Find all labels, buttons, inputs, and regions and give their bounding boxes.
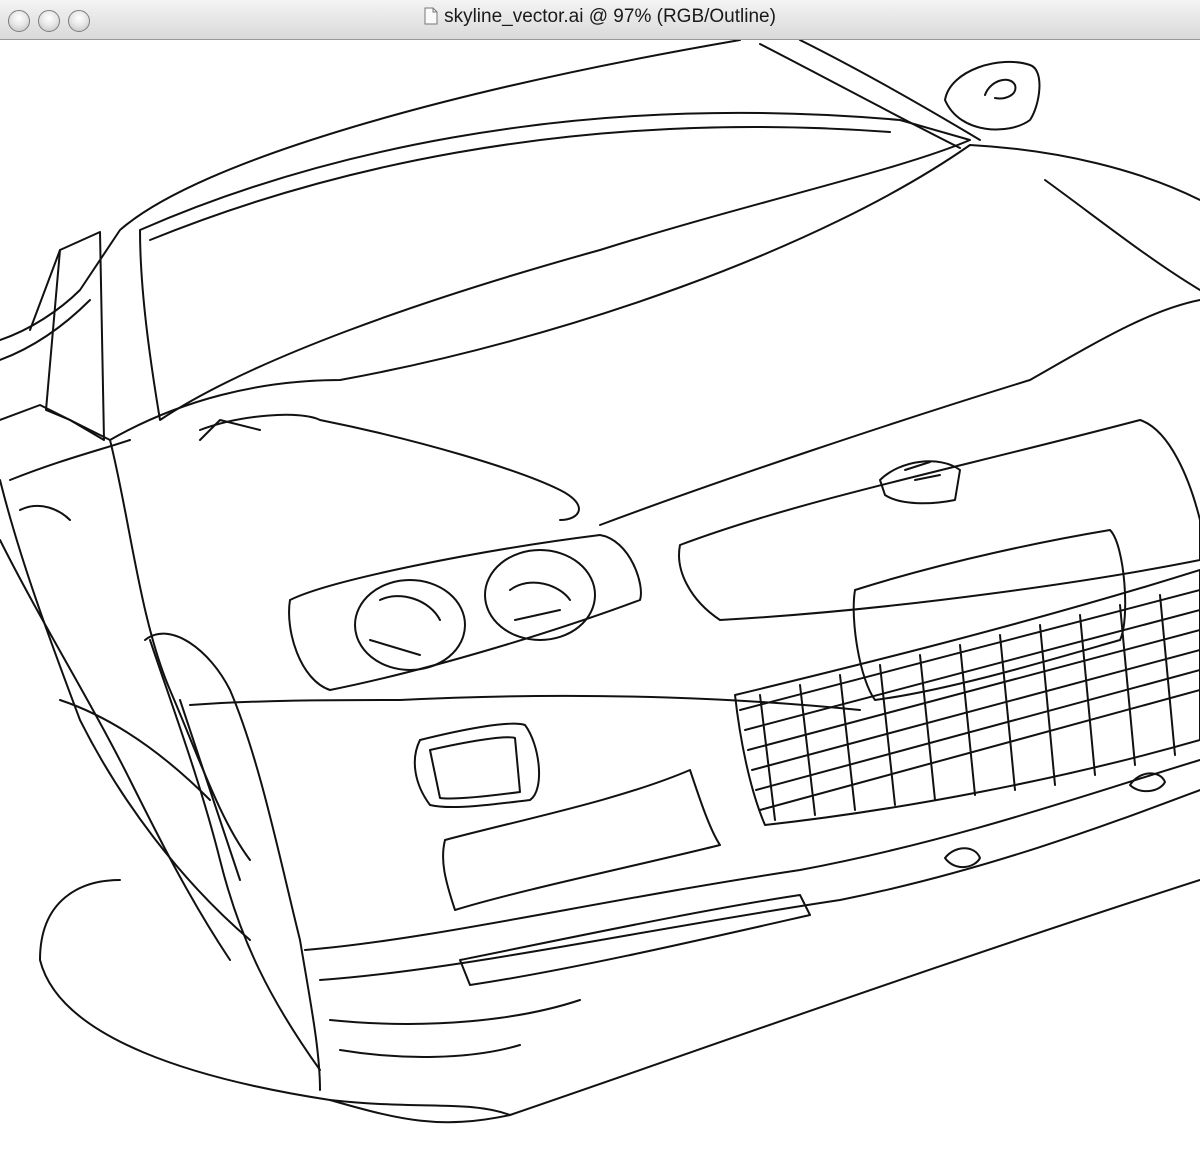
- hood-outline: [109, 144, 1200, 526]
- window-title: skyline_vector.ai @ 97% (RGB/Outline): [444, 6, 776, 27]
- window-title-area: skyline_vector.ai @ 97% (RGB/Outline): [0, 6, 1200, 28]
- title-bar[interactable]: skyline_vector.ai @ 97% (RGB/Outline): [0, 0, 1200, 40]
- windshield-outline: [139, 111, 971, 421]
- grille-outline: [678, 419, 1200, 621]
- illustrator-document-window: skyline_vector.ai @ 97% (RGB/Outline): [0, 0, 1200, 1176]
- roof-outline: [0, 40, 981, 361]
- bumper-outline: [189, 694, 1200, 1058]
- headlight-outline: [288, 534, 642, 691]
- mirror-outline: [944, 60, 1041, 131]
- artboard-canvas[interactable]: [0, 40, 1200, 1176]
- lower-grille-mesh: [734, 569, 1200, 826]
- document-icon: [424, 7, 438, 25]
- body-side-outline: [0, 439, 321, 1071]
- ground-shadow-outline: [39, 879, 1200, 1124]
- car-outline-artwork: [0, 40, 1200, 1124]
- license-plate-outline: [852, 529, 1127, 701]
- fog-light-outline: [413, 722, 541, 809]
